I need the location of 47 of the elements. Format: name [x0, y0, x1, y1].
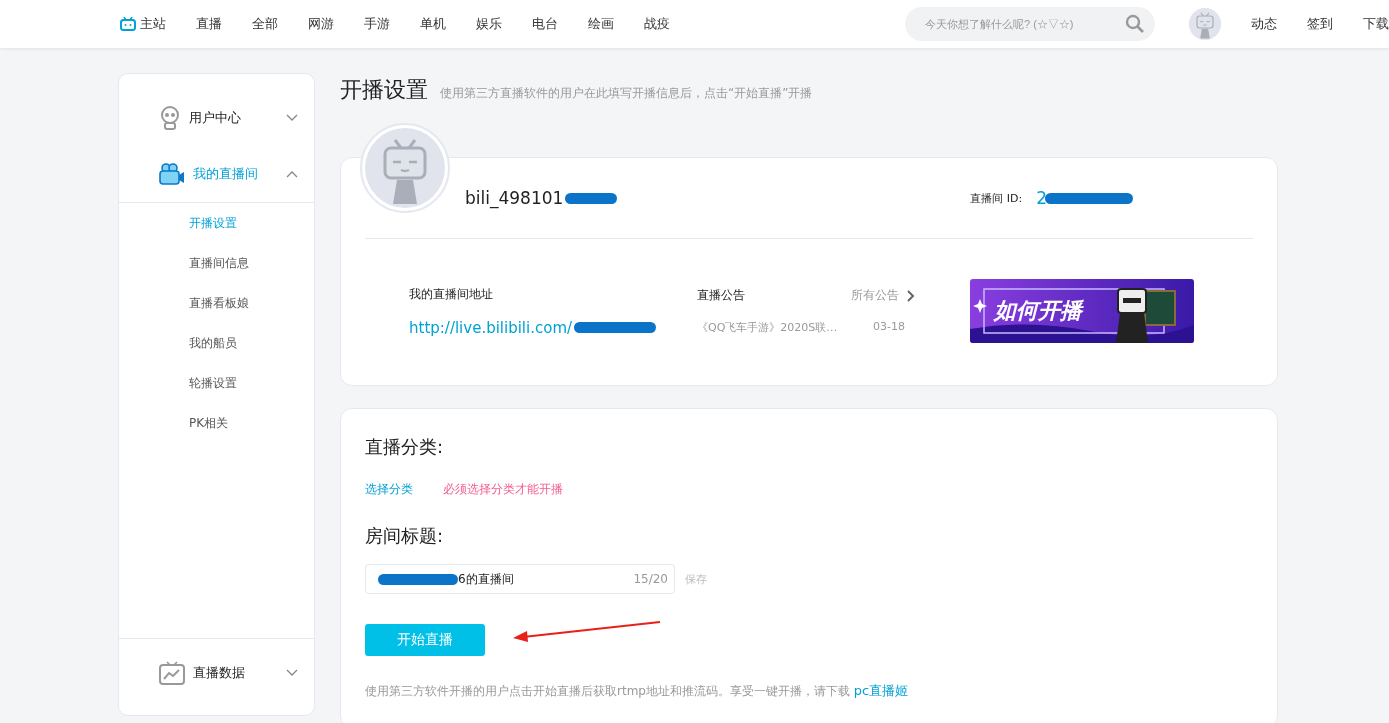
chevron-up-icon	[286, 170, 298, 178]
chevron-down-icon	[286, 669, 298, 677]
sidebar-item[interactable]: 直播看板娘	[119, 283, 314, 323]
notice-label: 直播公告	[697, 287, 745, 304]
home-link[interactable]: 主站	[120, 15, 166, 33]
chevron-right-icon[interactable]	[907, 289, 915, 302]
search-field[interactable]: 今天你想了解什么呢? (☆▽☆)	[905, 7, 1155, 41]
sidebar-group[interactable]: 直播数据	[119, 645, 314, 701]
room-id: 2	[1036, 188, 1047, 208]
category-warning: 必须选择分类才能开播	[443, 481, 563, 498]
username: bili_498101	[465, 188, 564, 208]
redaction-mark	[565, 192, 618, 204]
character-count: 15/20	[633, 572, 668, 586]
nav-link[interactable]: 电台	[532, 15, 558, 33]
skull-icon	[159, 106, 181, 130]
sidebar-item[interactable]: 我的船员	[119, 323, 314, 363]
nav-link[interactable]: 全部	[252, 15, 278, 33]
page-subtitle: 使用第三方直播软件的用户在此填写开播信息后，点击“开始直播”开播	[440, 85, 813, 102]
video-camera-icon	[159, 163, 185, 185]
search-icon[interactable]	[1125, 14, 1145, 34]
sidebar-item[interactable]: 轮播设置	[119, 363, 314, 403]
sidebar-item[interactable]: 直播间信息	[119, 243, 314, 283]
nav-link[interactable]: 直播	[196, 15, 222, 33]
nav-link[interactable]: 单机	[420, 15, 446, 33]
nav-link[interactable]: 网游	[308, 15, 334, 33]
page-title: 开播设置	[340, 76, 428, 104]
tv-icon	[120, 17, 136, 31]
nav-link[interactable]: 动态	[1251, 15, 1277, 33]
room-title-heading: 房间标题:	[365, 524, 445, 548]
nav-link[interactable]: 下载	[1363, 15, 1389, 33]
category-heading: 直播分类:	[365, 435, 445, 459]
chevron-down-icon	[286, 114, 298, 122]
sidebar-item[interactable]: PK相关	[119, 403, 314, 443]
nav-link[interactable]: 签到	[1307, 15, 1333, 33]
nav-link[interactable]: 绘画	[588, 15, 614, 33]
how-to-stream-banner[interactable]: 如何开播	[970, 279, 1194, 343]
footer-note: 使用第三方软件开播的用户点击开始直播后获取rtmp地址和推流码。享受一键开播，请下载 pc直播姬	[365, 682, 910, 700]
nav-link[interactable]: 手游	[364, 15, 390, 33]
banner-title: 如何开播	[994, 297, 1082, 325]
sidebar-group[interactable]: 用户中心	[119, 90, 314, 146]
room-title-field[interactable]: 6的直播间 15/20	[365, 564, 675, 594]
notice-date: 03-18	[873, 320, 906, 335]
tv-chart-icon	[159, 661, 185, 685]
address-label: 我的直播间地址	[409, 285, 494, 303]
room-id-label: 直播间 ID:	[970, 190, 1023, 206]
nav-link[interactable]: 娱乐	[476, 15, 502, 33]
nav-link[interactable]: 战疫	[644, 15, 670, 33]
